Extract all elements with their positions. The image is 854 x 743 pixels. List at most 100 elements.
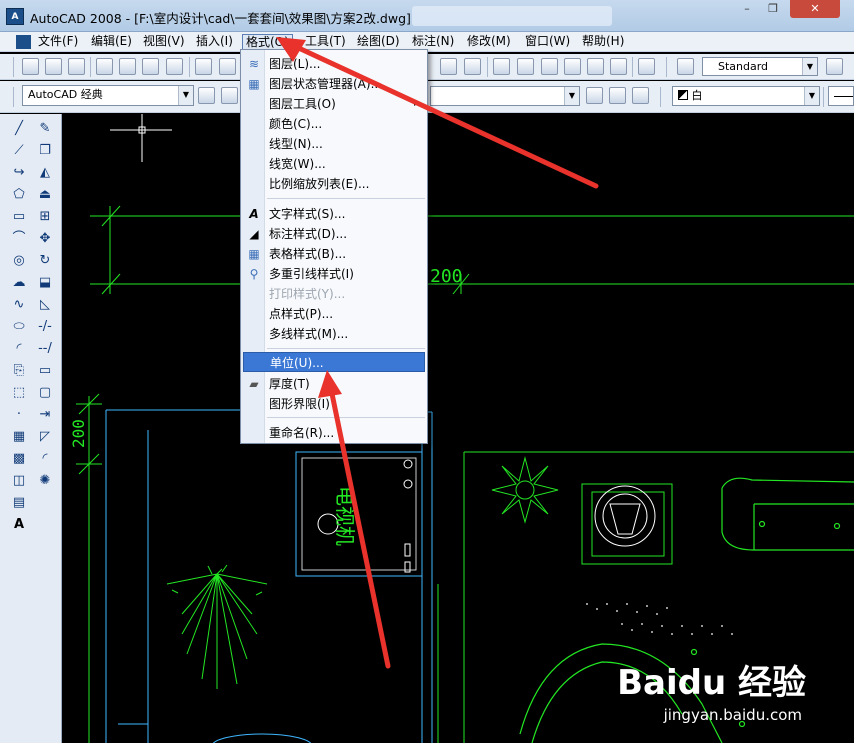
copy-icon[interactable] <box>219 58 236 75</box>
line-icon[interactable]: ╱ <box>10 120 28 138</box>
menu-item-color[interactable]: 颜色(C)... <box>243 114 425 134</box>
menu-modify[interactable]: 修改(M) <box>464 34 514 51</box>
close-button[interactable]: ✕ <box>790 0 840 18</box>
drawing-canvas[interactable]: 200 200 电视机 <box>62 114 854 743</box>
properties-icon[interactable] <box>493 58 510 75</box>
multiline-text-icon[interactable]: A <box>10 516 28 534</box>
publish-icon[interactable] <box>142 58 159 75</box>
minimize-button[interactable]: – <box>734 0 760 18</box>
rectangle-icon[interactable]: ▭ <box>10 208 28 226</box>
zoom-window-icon[interactable] <box>464 58 481 75</box>
hatch-icon[interactable]: ▦ <box>10 428 28 446</box>
autocad-app-icon[interactable]: A <box>6 8 24 25</box>
plot-preview-icon[interactable] <box>119 58 136 75</box>
calculator-icon[interactable] <box>610 58 627 75</box>
menu-item-thickness[interactable]: ▰ 厚度(T) <box>243 374 425 394</box>
menu-item-rename[interactable]: 重命名(R)... <box>243 423 425 443</box>
menu-window[interactable]: 窗口(W) <box>522 34 573 51</box>
help-icon[interactable] <box>638 58 655 75</box>
workspace-select[interactable]: AutoCAD 经典 ▼ <box>22 85 194 106</box>
fillet-icon[interactable]: ◜ <box>36 450 54 468</box>
cut-icon[interactable] <box>195 58 212 75</box>
menu-item-table-style[interactable]: ▦ 表格样式(B)... <box>243 244 425 264</box>
new-icon[interactable] <box>22 58 39 75</box>
save-icon[interactable] <box>68 58 85 75</box>
menu-item-units[interactable]: 单位(U)... <box>243 352 425 372</box>
spline-icon[interactable]: ∿ <box>10 296 28 314</box>
restore-button[interactable]: ❐ <box>760 0 786 18</box>
array-icon[interactable]: ⊞ <box>36 208 54 226</box>
menu-item-point-style[interactable]: 点样式(P)... <box>243 304 425 324</box>
erase-icon[interactable]: ✎ <box>36 120 54 138</box>
menu-item-layer-state-manager[interactable]: ▦ 图层状态管理器(A)... <box>243 74 425 94</box>
3d-dwf-icon[interactable] <box>166 58 183 75</box>
menu-edit[interactable]: 编辑(E) <box>88 34 135 51</box>
menu-item-mleader-style[interactable]: ⚲ 多重引线样式(I) <box>243 264 425 284</box>
menu-item-lineweight[interactable]: 线宽(W)... <box>243 154 425 174</box>
side-table <box>581 483 673 565</box>
join-icon[interactable]: ⇥ <box>36 406 54 424</box>
extend-icon[interactable]: --/ <box>36 340 54 358</box>
copy-object-icon[interactable]: ❐ <box>36 142 54 160</box>
save-workspace-icon[interactable] <box>221 87 238 104</box>
sheet-set-icon[interactable] <box>564 58 581 75</box>
arc-icon[interactable]: ⌒ <box>10 230 28 248</box>
menu-view[interactable]: 视图(V) <box>140 34 188 51</box>
layer-states-icon[interactable] <box>632 87 649 104</box>
menu-item-text-style[interactable]: A 文字样式(S)... <box>243 204 425 224</box>
dim-style-icon[interactable] <box>826 58 843 75</box>
menu-help[interactable]: 帮助(H) <box>579 34 627 51</box>
menu-file[interactable]: 文件(F) <box>35 34 81 51</box>
layer-previous-icon[interactable] <box>586 87 603 104</box>
rotate-icon[interactable]: ↻ <box>36 252 54 270</box>
circle-icon[interactable]: ◎ <box>10 252 28 270</box>
tool-palettes-icon[interactable] <box>541 58 558 75</box>
text-style-select[interactable]: Standard ▼ <box>702 57 818 76</box>
make-block-icon[interactable]: ⬚ <box>10 384 28 402</box>
construction-line-icon[interactable]: ⟋ <box>10 142 28 160</box>
markup-icon[interactable] <box>587 58 604 75</box>
toolbar-separator <box>632 57 633 77</box>
menu-item-linetype[interactable]: 线型(N)... <box>243 134 425 154</box>
text-style-icon: A <box>249 207 259 221</box>
region-icon[interactable]: ◫ <box>10 472 28 490</box>
polyline-icon[interactable]: ↪ <box>10 164 28 182</box>
point-icon[interactable]: · <box>10 406 28 424</box>
polygon-icon[interactable]: ⬠ <box>10 186 28 204</box>
layer-make-current-icon[interactable] <box>609 87 626 104</box>
move-icon[interactable]: ✥ <box>36 230 54 248</box>
menu-item-layer[interactable]: ≋ 图层(L)... <box>243 54 425 74</box>
scale-icon[interactable]: ⬓ <box>36 274 54 292</box>
revision-cloud-icon[interactable]: ☁ <box>10 274 28 292</box>
zoom-realtime-icon[interactable] <box>440 58 457 75</box>
workspace-settings-icon[interactable] <box>198 87 215 104</box>
draw-modify-toolbars: ╱ ⟋ ↪ ⬠ ▭ ⌒ ◎ ☁ ∿ ⬭ ◜ ⎘ ⬚ · ▦ ▩ ◫ ▤ A ✎ … <box>0 114 62 743</box>
explode-icon[interactable]: ✺ <box>36 472 54 490</box>
trim-icon[interactable]: -/- <box>36 318 54 336</box>
linetype-select[interactable] <box>828 86 854 106</box>
offset-icon[interactable]: ⏏ <box>36 186 54 204</box>
break-icon[interactable]: ▢ <box>36 384 54 402</box>
ellipse-arc-icon[interactable]: ◜ <box>10 340 28 358</box>
break-at-point-icon[interactable]: ▭ <box>36 362 54 380</box>
plot-icon[interactable] <box>96 58 113 75</box>
document-icon[interactable] <box>16 35 31 49</box>
ellipse-icon[interactable]: ⬭ <box>10 318 28 336</box>
design-center-icon[interactable] <box>517 58 534 75</box>
menu-item-multiline-style[interactable]: 多线样式(M)... <box>243 324 425 344</box>
insert-block-icon[interactable]: ⎘ <box>10 362 28 380</box>
table-icon[interactable]: ▤ <box>10 494 28 512</box>
menu-item-layer-tools[interactable]: 图层工具(O) ▸ <box>243 94 425 114</box>
menu-insert[interactable]: 插入(I) <box>193 34 236 51</box>
stretch-icon[interactable]: ◺ <box>36 296 54 314</box>
menu-item-scale-list[interactable]: 比例缩放列表(E)... <box>243 174 425 194</box>
text-style-icon[interactable] <box>677 58 694 75</box>
menu-item-drawing-limits[interactable]: 图形界限(I) <box>243 394 425 414</box>
chamfer-icon[interactable]: ◸ <box>36 428 54 446</box>
mirror-icon[interactable]: ◭ <box>36 164 54 182</box>
open-icon[interactable] <box>45 58 62 75</box>
gradient-icon[interactable]: ▩ <box>10 450 28 468</box>
layer-select[interactable]: ▼ <box>430 86 580 106</box>
menu-item-dim-style[interactable]: ◢ 标注样式(D)... <box>243 224 425 244</box>
color-select[interactable]: 白 ▼ <box>672 86 820 106</box>
